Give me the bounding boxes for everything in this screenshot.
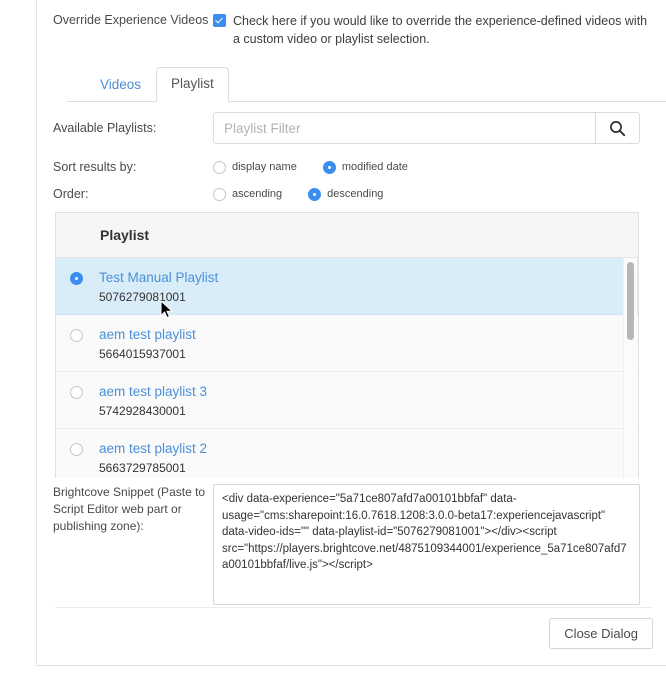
brightcove-snippet-textarea[interactable]: [213, 484, 640, 605]
order-option-ascending[interactable]: ascending: [213, 187, 283, 201]
playlist-filter-group: [213, 112, 640, 144]
list-item-text: aem test playlist 5664015937001: [83, 326, 196, 363]
tab-videos[interactable]: Videos: [85, 68, 156, 102]
list-item-name: aem test playlist: [99, 327, 196, 342]
dialog-content: Override Experience Videos Check here if…: [37, 0, 666, 666]
radio-display-name[interactable]: [213, 160, 226, 174]
list-item-name: Test Manual Playlist: [99, 270, 219, 285]
radio-ascending[interactable]: [213, 187, 226, 201]
sort-results-row: Sort results by: display name modified d…: [53, 160, 653, 174]
list-item[interactable]: aem test playlist 5664015937001: [56, 315, 638, 372]
brightcove-snippet-label: Brightcove Snippet (Paste to Script Edit…: [53, 485, 206, 533]
close-dialog-button[interactable]: Close Dialog: [549, 617, 653, 649]
sort-results-label: Sort results by:: [53, 160, 137, 174]
order-option-ascending-label: ascending: [232, 188, 283, 200]
sort-option-display-name[interactable]: display name: [213, 160, 297, 174]
brightcove-dialog-panel: Override Experience Videos Check here if…: [36, 0, 666, 666]
radio-playlist-3[interactable]: [70, 443, 83, 456]
list-item-id: 5663729785001: [99, 461, 186, 475]
list-item-name: aem test playlist 3: [99, 384, 208, 399]
list-item-text: aem test playlist 3 5742928430001: [83, 383, 207, 420]
list-item-id: 5742928430001: [99, 404, 186, 418]
order-label: Order:: [53, 187, 89, 201]
order-option-descending-label: descending: [327, 188, 384, 200]
override-experience-videos-label: Override Experience Videos: [53, 13, 209, 27]
list-item-text: aem test playlist 2 5663729785001: [83, 440, 207, 477]
search-icon: [610, 120, 626, 136]
override-checkbox[interactable]: [213, 14, 226, 27]
radio-playlist-1[interactable]: [70, 329, 83, 342]
playlist-scrollbar-thumb[interactable]: [627, 262, 634, 340]
sort-radio-group: display name modified date: [213, 160, 408, 174]
playlist-search-button[interactable]: [596, 112, 640, 144]
list-item[interactable]: aem test playlist 2 5663729785001: [56, 429, 638, 478]
playlist-scrollbar[interactable]: [623, 258, 637, 478]
dialog-footer: Close Dialog: [55, 607, 653, 658]
sort-option-display-name-label: display name: [232, 161, 297, 173]
order-radio-group: ascending descending: [213, 187, 384, 201]
playlist-column-header: Playlist: [100, 227, 150, 243]
playlist-rows: Test Manual Playlist 5076279081001 aem t…: [56, 258, 638, 478]
list-item[interactable]: Test Manual Playlist 5076279081001: [56, 258, 638, 315]
order-option-descending[interactable]: descending: [308, 187, 384, 201]
playlist-filter-input[interactable]: [213, 112, 596, 144]
sort-option-modified-date[interactable]: modified date: [322, 160, 408, 174]
override-checkbox-group[interactable]: Check here if you would like to override…: [213, 12, 648, 48]
tab-playlist[interactable]: Playlist: [156, 67, 229, 102]
radio-descending[interactable]: [308, 187, 322, 201]
list-item[interactable]: aem test playlist 3 5742928430001: [56, 372, 638, 429]
override-experience-videos-row: Override Experience Videos Check here if…: [53, 12, 653, 48]
list-item-name: aem test playlist 2: [99, 441, 208, 456]
order-row: Order: ascending descending: [53, 187, 653, 201]
list-item-id: 5076279081001: [99, 290, 186, 304]
radio-playlist-2[interactable]: [70, 386, 83, 399]
playlist-list-header: Playlist: [56, 213, 638, 258]
radio-modified-date[interactable]: [322, 160, 336, 174]
brightcove-snippet-row: Brightcove Snippet (Paste to Script Edit…: [53, 484, 653, 605]
list-item-text: Test Manual Playlist 5076279081001: [83, 269, 218, 306]
override-checkbox-label: Check here if you would like to override…: [233, 14, 648, 46]
playlist-list: Playlist Test Manual Playlist 5076279081…: [55, 212, 639, 478]
list-item-id: 5664015937001: [99, 347, 186, 361]
radio-playlist-0[interactable]: [70, 272, 83, 285]
source-tabs: Videos Playlist: [85, 66, 229, 102]
sort-option-modified-date-label: modified date: [341, 161, 408, 173]
available-playlists-label: Available Playlists:: [53, 121, 157, 135]
available-playlists-row: Available Playlists:: [53, 112, 653, 144]
